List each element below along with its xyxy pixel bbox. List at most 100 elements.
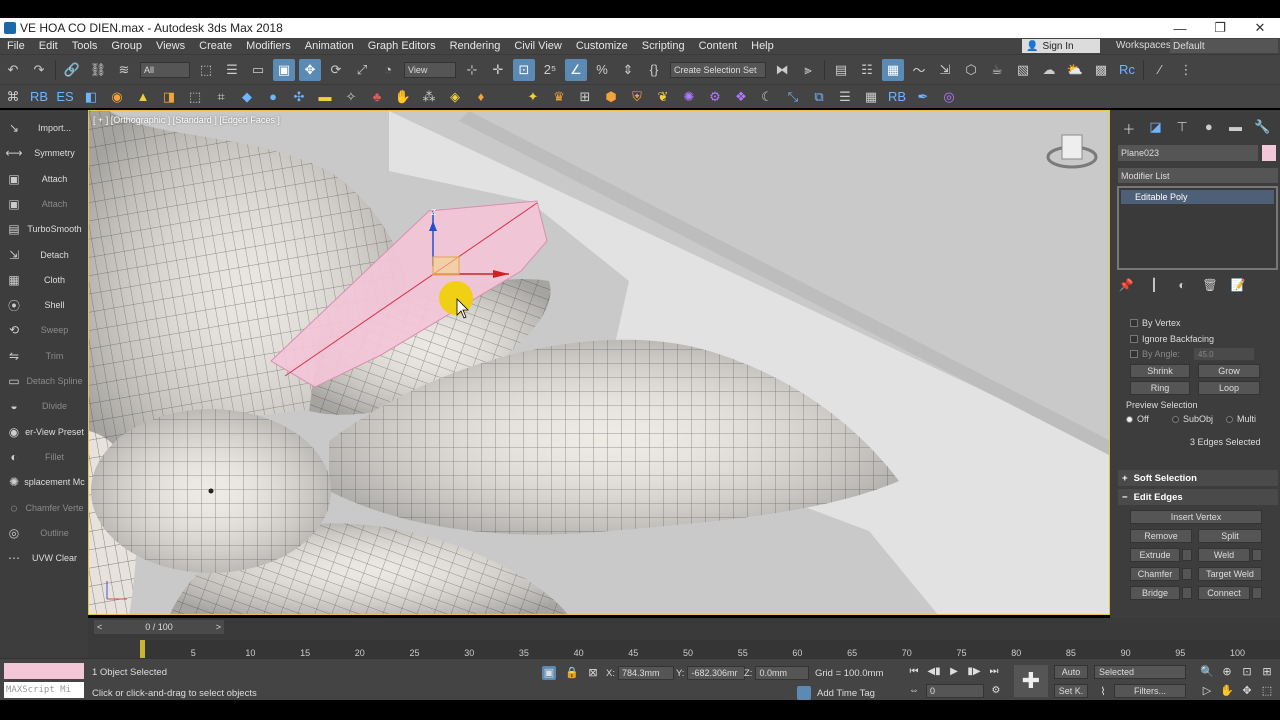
make-unique-icon[interactable]: ◐ — [1174, 278, 1190, 294]
toggle-ribbon-icon[interactable]: ▦ — [882, 58, 904, 81]
menu-content[interactable]: Content — [692, 40, 745, 52]
left-panel-item-1[interactable]: ⟷ Symmetry — [0, 143, 88, 163]
bridge-settings-button[interactable] — [1182, 587, 1192, 599]
rb2-icon[interactable]: RB — [886, 86, 908, 108]
left-panel-item-12[interactable]: ◉ er-View Preset — [0, 422, 88, 442]
select-and-rotate-icon[interactable]: ⟳ — [325, 59, 347, 81]
spinner-snap-icon[interactable]: ⇕ — [617, 59, 639, 81]
key-filters-button[interactable]: Filters... — [1114, 684, 1186, 698]
viewport-label[interactable]: [ + ] [Orthographic ] [Standard ] [Edged… — [93, 115, 280, 125]
left-panel-item-8[interactable]: ⟲ Sweep — [0, 320, 88, 340]
angle-snap-icon[interactable]: ∠ — [565, 58, 587, 81]
material-editor-icon[interactable]: ⬡ — [960, 59, 982, 81]
maximize-button[interactable]: ❐ — [1200, 20, 1240, 36]
select-and-place-icon[interactable]: ◔ — [377, 59, 399, 81]
named-selection-set-dropdown[interactable]: Create Selection Set — [670, 61, 766, 78]
menu-animation[interactable]: Animation — [298, 40, 361, 52]
es-icon[interactable]: ES — [54, 86, 76, 108]
left-panel-item-3[interactable]: ▣ Attach — [0, 194, 88, 214]
unlink-icon[interactable]: ⛓ — [87, 59, 109, 81]
light-bulb-icon[interactable]: ◉ — [106, 86, 128, 108]
brush-icon[interactable]: ∕ — [1149, 59, 1171, 81]
particles-icon[interactable]: ✣ — [288, 86, 310, 108]
redo-icon[interactable]: ↷ — [28, 59, 50, 81]
scale-tool-icon[interactable]: ⤡ — [782, 86, 804, 108]
left-panel-item-17[interactable]: ⋯ UVW Clear — [0, 548, 88, 568]
zoom-icon[interactable]: 🔍 — [1200, 665, 1214, 679]
left-panel-item-11[interactable]: ◒ Divide — [0, 396, 88, 416]
close-button[interactable]: ✕ — [1240, 20, 1280, 36]
menu-customize[interactable]: Customize — [569, 40, 635, 52]
set-key-icon[interactable]: ✚ — [1014, 665, 1048, 697]
shrink-button[interactable]: Shrink — [1130, 364, 1190, 378]
scene-explorer-icon[interactable]: ▤ — [830, 59, 852, 81]
current-frame-marker[interactable] — [140, 640, 145, 658]
object-color-swatch[interactable] — [1262, 145, 1276, 161]
zoom-extents-all-icon[interactable]: ⊞ — [1260, 665, 1274, 679]
menu-create[interactable]: Create — [192, 40, 239, 52]
key-filter-dropdown[interactable]: Selected — [1094, 665, 1186, 679]
wand-icon[interactable]: ✧ — [340, 86, 362, 108]
field-of-view-icon[interactable]: ▷ — [1200, 684, 1214, 698]
configure-modifier-sets-icon[interactable]: 📝 — [1230, 278, 1246, 294]
loop-button[interactable]: Loop — [1198, 381, 1260, 395]
minimize-button[interactable]: — — [1160, 21, 1200, 36]
y-coordinate-field[interactable]: -682.306mr — [687, 666, 746, 680]
menu-group[interactable]: Group — [104, 40, 149, 52]
viewcube[interactable] — [1061, 134, 1083, 160]
hierarchy-tab-icon[interactable]: ⊤ — [1171, 119, 1193, 139]
orb-icon[interactable]: ◎ — [938, 86, 960, 108]
ruler-icon[interactable]: ▬ — [314, 86, 336, 108]
modifier-list-dropdown[interactable]: Modifier List — [1118, 168, 1278, 183]
rectangular-selection-icon[interactable]: ▭ — [247, 59, 269, 81]
insert-vertex-button[interactable]: Insert Vertex — [1130, 510, 1262, 524]
knot-icon[interactable]: ⚙ — [704, 86, 726, 108]
left-panel-item-0[interactable]: ↘ Import... — [0, 118, 88, 138]
bind-space-warp-icon[interactable]: ≋ — [113, 59, 135, 81]
diamond-icon[interactable]: ◈ — [444, 86, 466, 108]
cube-icon[interactable]: ◧ — [80, 86, 102, 108]
selection-filter-dropdown[interactable]: All — [140, 61, 190, 78]
left-panel-item-6[interactable]: ▦ Cloth — [0, 270, 88, 290]
add-time-tag[interactable]: Add Time Tag — [797, 686, 875, 700]
zoom-all-icon[interactable]: ⊕ — [1220, 665, 1234, 679]
current-frame-field[interactable]: 0 — [926, 684, 984, 698]
weld-settings-button[interactable] — [1252, 549, 1262, 561]
menu-edit[interactable]: Edit — [32, 40, 65, 52]
remove-modifier-icon[interactable]: 🗑 — [1202, 278, 1218, 294]
align-tool-icon[interactable]: ⊞ — [574, 86, 596, 108]
render-in-cloud-icon[interactable]: ⛅ — [1064, 59, 1086, 81]
extrude-settings-button[interactable] — [1182, 549, 1192, 561]
script-icon[interactable]: ⌘ — [2, 86, 24, 108]
undo-icon[interactable]: ↶ — [2, 59, 24, 81]
menu-scripting[interactable]: Scripting — [635, 40, 692, 52]
menu-help[interactable]: Help — [744, 40, 781, 52]
mirror-icon[interactable]: ⧓ — [771, 59, 793, 81]
bridge-button[interactable]: Bridge — [1130, 586, 1180, 600]
time-slider[interactable]: < 0 / 100 > — [94, 620, 224, 634]
left-panel-item-16[interactable]: ◎ Outline — [0, 523, 88, 543]
time-slider-prev-icon[interactable]: < — [94, 622, 102, 632]
hand-icon[interactable]: ✋ — [392, 86, 414, 108]
extrude-button[interactable]: Extrude — [1130, 548, 1180, 562]
maxscript-mini-listener[interactable]: MAXScript Mi — [4, 682, 84, 698]
select-and-move-icon[interactable]: ✥ — [299, 58, 321, 81]
left-panel-item-2[interactable]: ▣ Attach — [0, 169, 88, 189]
orbit-icon[interactable]: ✥ — [1240, 684, 1254, 698]
key-tangent-icon[interactable]: ⌇ — [1096, 685, 1110, 699]
isolate-selection-icon[interactable]: ▣ — [542, 666, 556, 680]
render-setup-icon[interactable]: ☕ — [986, 59, 1008, 81]
auto-key-button[interactable]: Auto — [1054, 665, 1088, 679]
modify-tab-icon[interactable]: ◪ — [1145, 119, 1167, 139]
connect-settings-button[interactable] — [1252, 587, 1262, 599]
z-coordinate-field[interactable]: 0.0mm — [755, 666, 810, 680]
sign-in-dropdown[interactable]: 👤 Sign In — [1022, 39, 1100, 53]
preview-off-radio[interactable]: Off — [1126, 414, 1149, 424]
frame-select-icon[interactable]: ⬚ — [184, 86, 206, 108]
show-end-result-icon[interactable]: ┃ — [1146, 278, 1162, 294]
left-panel-item-4[interactable]: ▤ TurboSmooth — [0, 219, 88, 239]
tree-icon[interactable]: ♣ — [366, 86, 388, 108]
connect-button[interactable]: Connect — [1198, 586, 1250, 600]
grow-button[interactable]: Grow — [1198, 364, 1260, 378]
split-button[interactable]: Split — [1198, 529, 1262, 543]
